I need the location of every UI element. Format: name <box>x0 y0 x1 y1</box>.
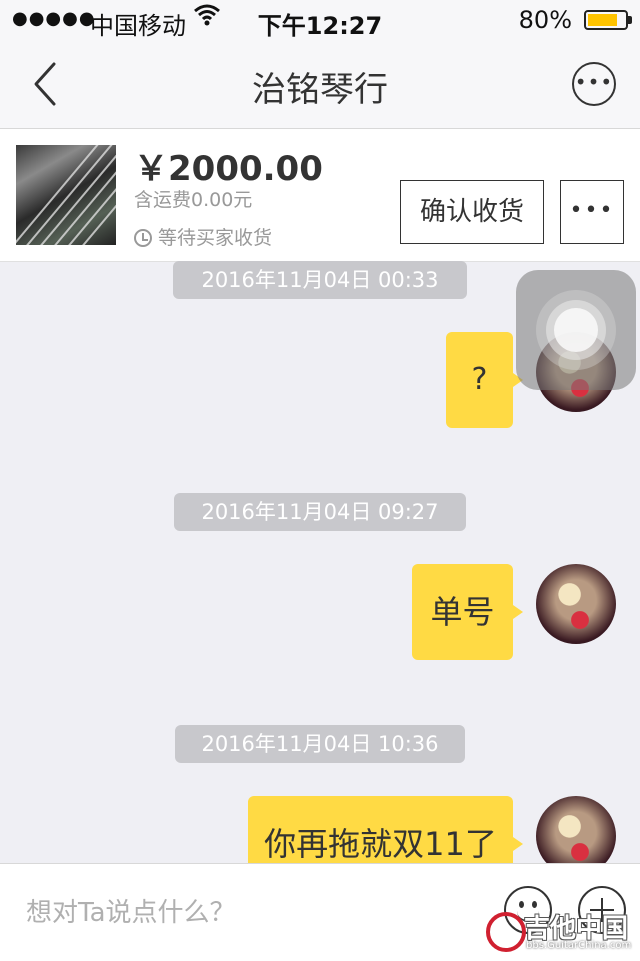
order-more-button[interactable]: ••• <box>560 180 624 244</box>
watermark-url: bbs.GuitarChina.com <box>526 940 632 951</box>
assistive-touch-button[interactable] <box>516 270 636 390</box>
status-bar: ●●●●● 中国移动 下午12:27 80% <box>0 0 640 40</box>
shipping-fee: 含运费0.00元 <box>134 189 253 211</box>
message-input[interactable] <box>24 892 468 934</box>
watermark: 吉他中国 bbs.GuitarChina.com <box>486 908 636 958</box>
confirm-receipt-button[interactable]: 确认收货 <box>400 180 544 244</box>
guitar-logo-icon <box>486 912 526 952</box>
message-timestamp: 2016年11月04日 10:36 <box>175 725 465 763</box>
battery-percent: 80% <box>518 6 572 34</box>
message-bubble[interactable]: ? <box>446 332 523 428</box>
navigation-bar: 治铭琴行 ••• <box>0 40 640 129</box>
battery-icon <box>584 10 632 30</box>
page-title: 治铭琴行 <box>252 70 388 110</box>
message-bubble[interactable]: 单号 <box>412 564 523 660</box>
more-options-button[interactable]: ••• <box>572 62 616 106</box>
ellipsis-circle-icon: ••• <box>574 70 614 94</box>
order-status: 等待买家收货 <box>134 223 272 250</box>
product-thumbnail[interactable] <box>16 145 116 245</box>
battery-level-fill <box>588 14 617 26</box>
sender-avatar[interactable] <box>536 564 616 644</box>
clock-icon <box>134 229 152 247</box>
message-timestamp: 2016年11月04日 00:33 <box>173 261 467 299</box>
order-status-text: 等待买家收货 <box>158 227 273 249</box>
order-summary-card: ￥2000.00 含运费0.00元 等待买家收货 确认收货 ••• <box>0 129 640 262</box>
order-price: ￥2000.00 <box>134 149 323 189</box>
message-timestamp: 2016年11月04日 09:27 <box>174 493 466 531</box>
